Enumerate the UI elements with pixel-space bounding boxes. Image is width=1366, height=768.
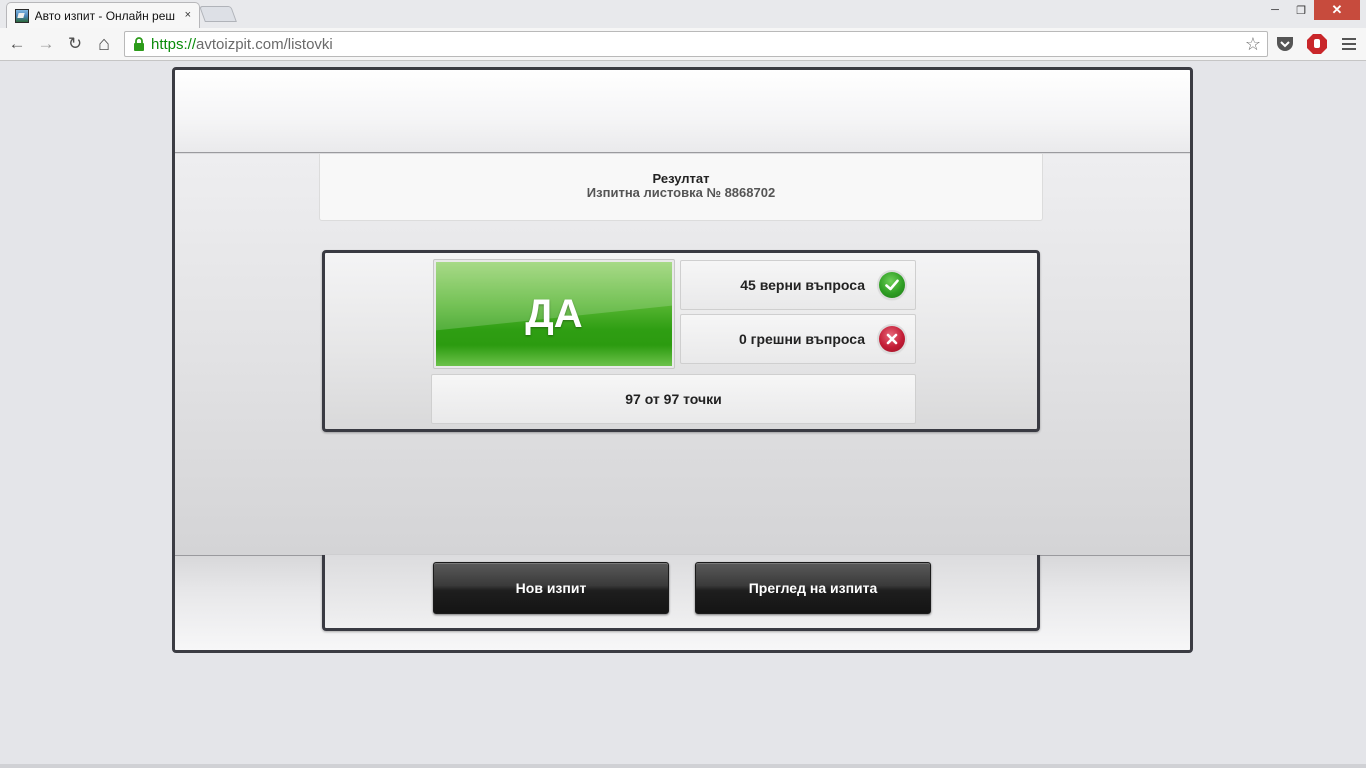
address-bar[interactable]: https://avtoizpit.com/listovki ☆ xyxy=(124,31,1268,57)
result-title: Резултат xyxy=(652,171,710,186)
restore-button[interactable]: ❐ xyxy=(1288,0,1314,20)
window-bottom-edge xyxy=(0,764,1366,768)
tab-close-icon[interactable]: × xyxy=(185,10,191,21)
pass-verdict: ДА xyxy=(433,259,675,369)
result-heading: Резултат Изпитна листовка № 8868702 xyxy=(319,154,1043,221)
correct-answers-label: 45 верни въпроса xyxy=(740,277,865,293)
browser-tab[interactable]: Авто изпит - Онлайн реш × xyxy=(6,2,200,28)
new-tab-button[interactable] xyxy=(199,6,237,22)
reload-button[interactable]: ↻ xyxy=(63,32,87,56)
tab-title: Авто изпит - Онлайн реш xyxy=(34,8,175,23)
lock-icon xyxy=(129,35,149,53)
panel-header xyxy=(175,70,1190,153)
exam-result-panel: Резултат Изпитна листовка № 8868702 ДА 4… xyxy=(172,67,1193,653)
result-summary: ДА 45 верни въпроса 0 грешни въпроса 97 … xyxy=(322,250,1040,432)
adblock-extension-icon[interactable] xyxy=(1306,33,1328,55)
verdict-text: ДА xyxy=(525,291,583,336)
error-x-icon xyxy=(879,326,905,352)
minimize-button[interactable]: ─ xyxy=(1262,0,1288,20)
pocket-extension-icon[interactable] xyxy=(1274,33,1296,55)
checkmark-icon xyxy=(879,272,905,298)
menu-icon[interactable] xyxy=(1338,33,1360,55)
window-controls: ─ ❐ ✕ xyxy=(1262,0,1360,20)
forward-button[interactable]: → xyxy=(34,32,58,56)
new-exam-button[interactable]: Нов изпит xyxy=(433,562,669,614)
url-text: https://avtoizpit.com/listovki xyxy=(151,35,333,53)
points-summary: 97 от 97 точки xyxy=(431,374,916,424)
exam-sheet-number: Изпитна листовка № 8868702 xyxy=(586,185,776,200)
review-exam-button[interactable]: Преглед на изпита xyxy=(695,562,931,614)
correct-answers: 45 верни въпроса xyxy=(680,260,916,310)
wrong-answers-label: 0 грешни въпроса xyxy=(738,331,865,347)
tab-strip: Авто изпит - Онлайн реш × ─ ❐ ✕ xyxy=(0,0,1366,28)
browser-toolbar: ← → ↻ ⌂ https://avtoizpit.com/listovki ☆ xyxy=(0,28,1366,61)
action-buttons: Нов изпит Преглед на изпита xyxy=(322,555,1040,631)
close-window-button[interactable]: ✕ xyxy=(1314,0,1360,20)
back-button[interactable]: ← xyxy=(5,32,29,56)
site-favicon-icon xyxy=(15,8,29,23)
home-button[interactable]: ⌂ xyxy=(92,32,116,56)
bookmark-star-icon[interactable]: ☆ xyxy=(1245,35,1261,53)
wrong-answers: 0 грешни въпроса xyxy=(680,314,916,364)
